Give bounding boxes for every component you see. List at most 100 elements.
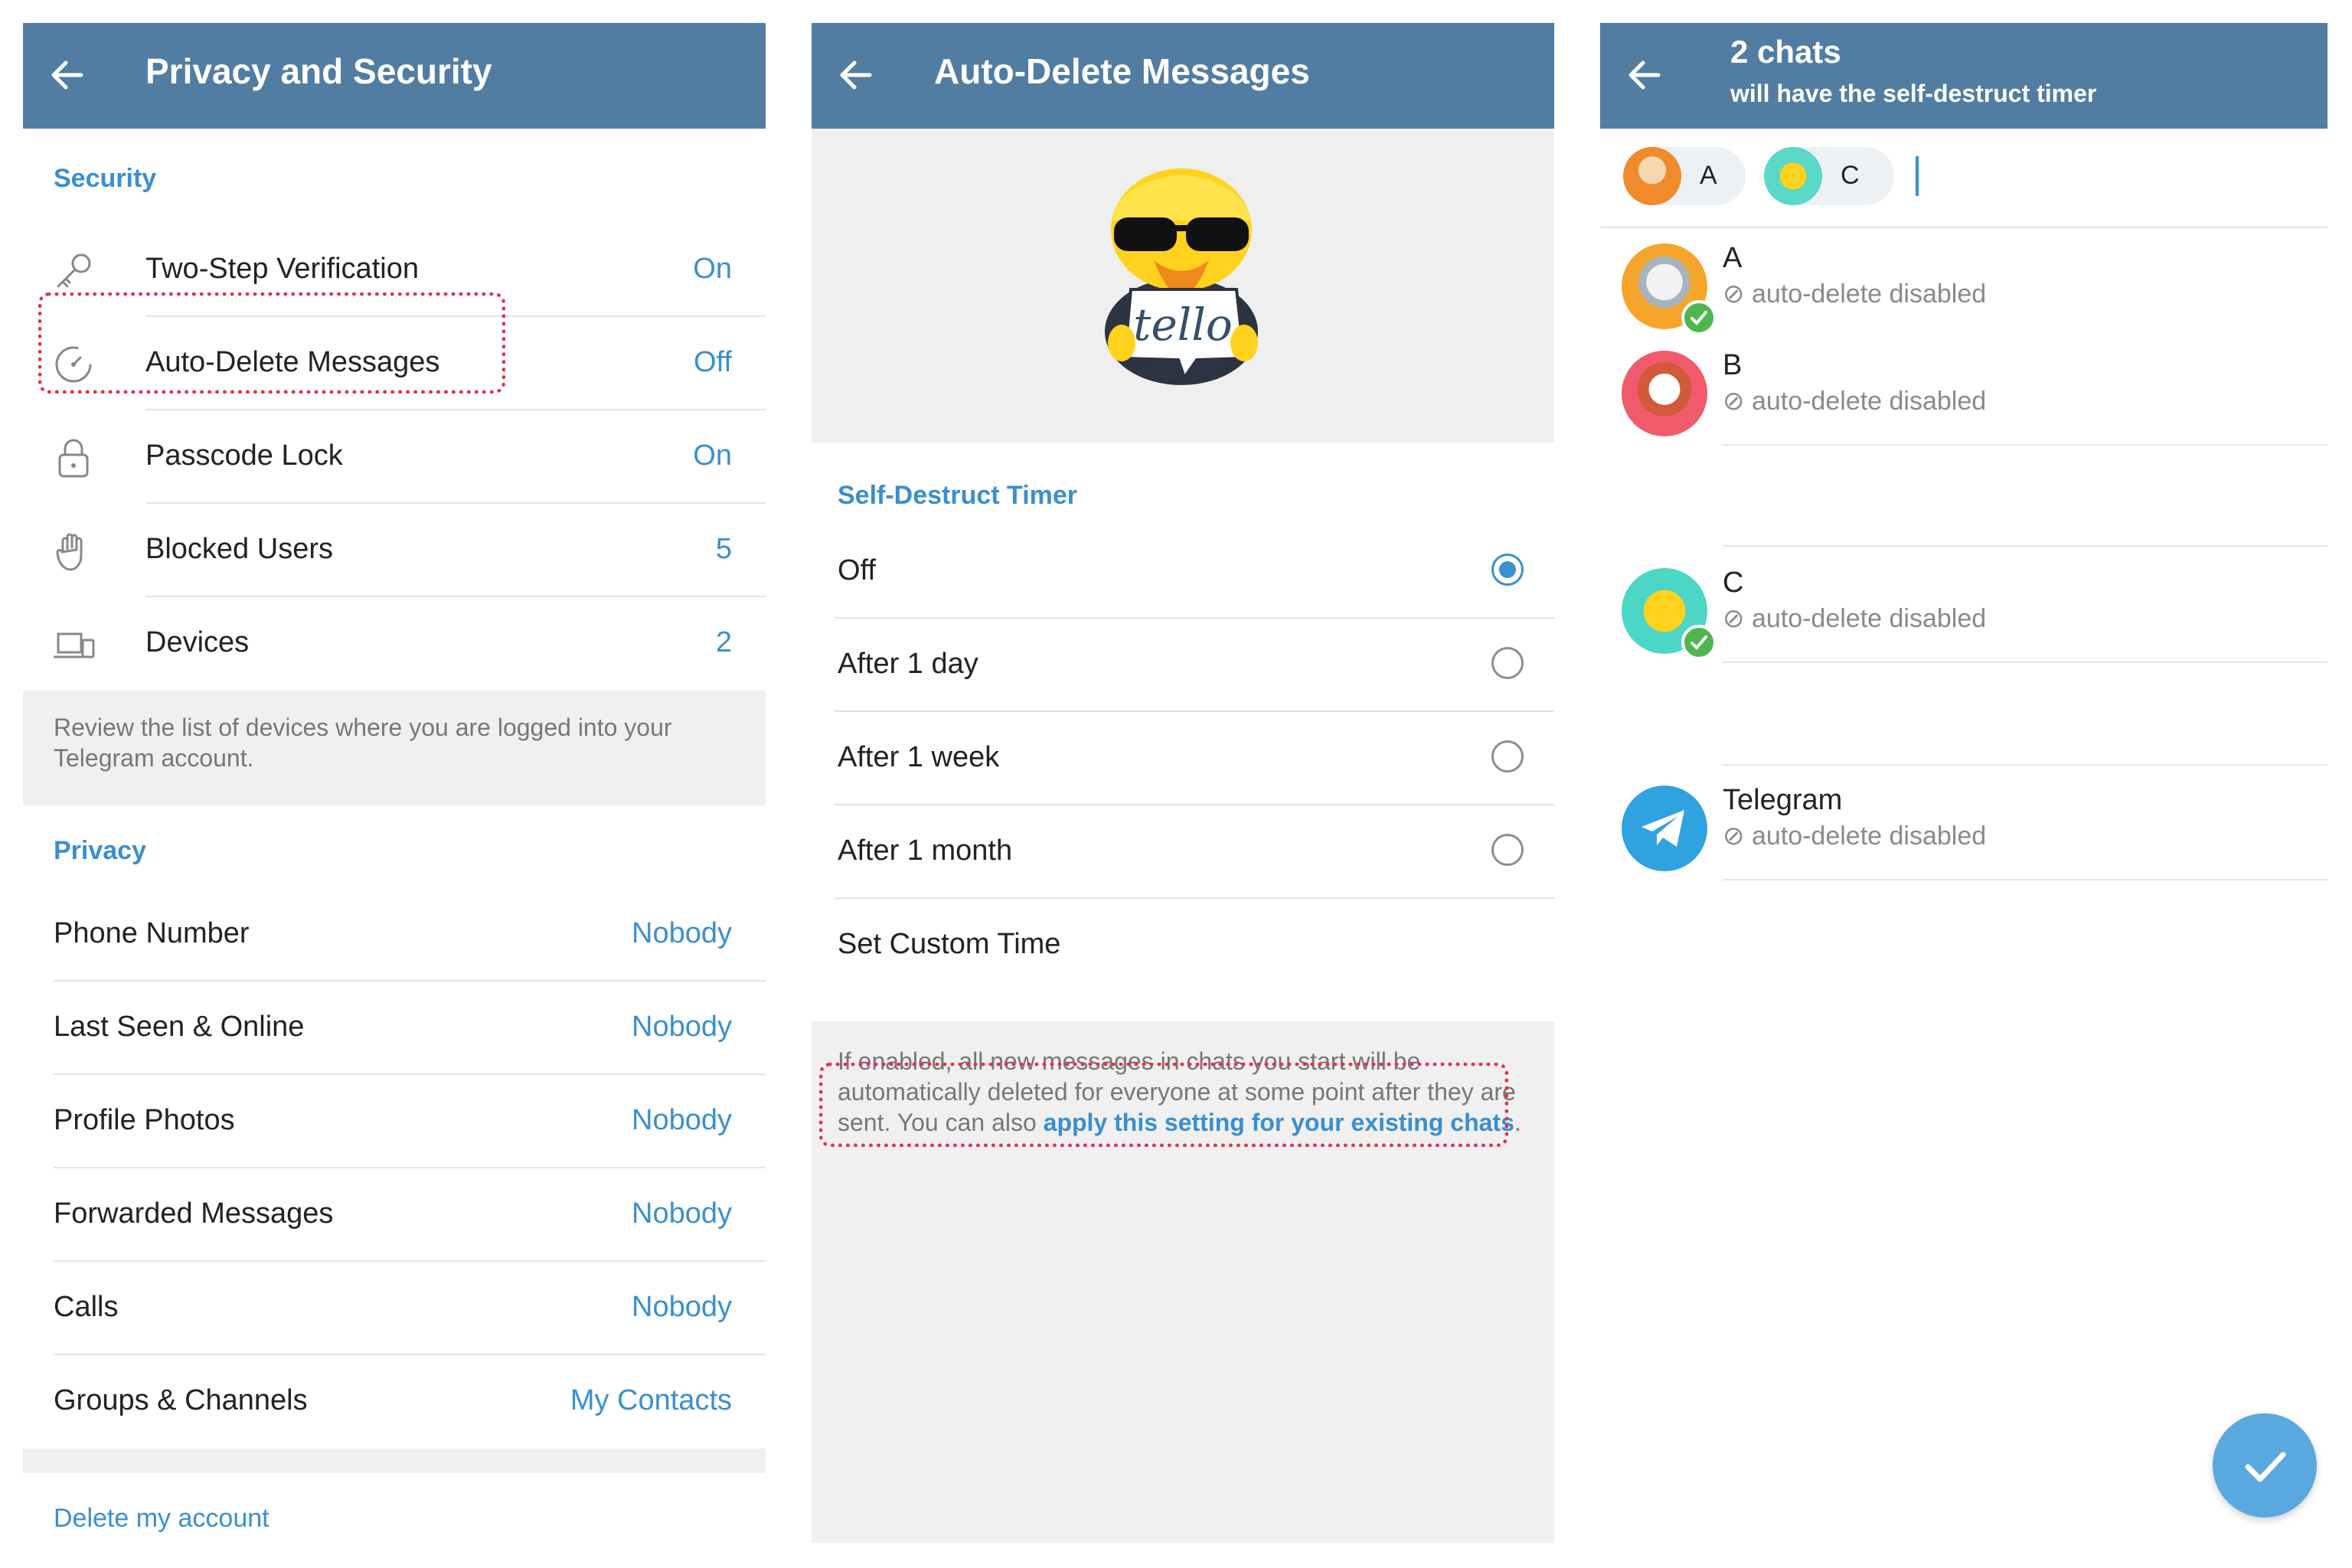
chat-name: A: [1723, 242, 1743, 274]
delete-account-link[interactable]: Delete my account: [54, 1504, 270, 1534]
chat-status: ⊘ auto-delete disabled: [1723, 387, 1987, 416]
search-cursor[interactable]: [1916, 156, 1919, 196]
row-value: On: [693, 253, 732, 285]
row-label: Profile Photos: [54, 1104, 235, 1136]
option-after-1-week[interactable]: After 1 week: [812, 712, 1554, 805]
app-bar: Auto-Delete Messages: [812, 23, 1554, 129]
chip-name: A: [1700, 161, 1717, 190]
info-end: .: [1514, 1109, 1521, 1136]
row-label: Phone Number: [54, 917, 250, 949]
radio-unselected[interactable]: [1491, 740, 1524, 773]
row-label: Blocked Users: [145, 533, 333, 565]
divider: [1600, 227, 2328, 228]
section-title-privacy: Privacy: [54, 836, 146, 865]
row-value: 2: [715, 626, 732, 658]
select-chats-screen: 2 chats will have the self-destruct time…: [1600, 23, 2328, 1554]
key-icon: [57, 253, 91, 288]
option-after-1-day[interactable]: After 1 day: [812, 619, 1554, 712]
chat-name: C: [1723, 567, 1744, 599]
privacy-security-screen: Privacy and Security Security Two-Step V…: [23, 23, 766, 1554]
row-value: Nobody: [632, 917, 732, 949]
auto-delete-screen: Auto-Delete Messages tello Self-Destruct…: [812, 23, 1554, 1543]
row-profile-photos[interactable]: Profile Photos Nobody: [23, 1075, 766, 1168]
section-title-timer: Self-Destruct Timer: [838, 481, 1078, 510]
row-last-seen[interactable]: Last Seen & Online Nobody: [23, 982, 766, 1075]
back-arrow-icon[interactable]: [1623, 54, 1666, 96]
row-calls[interactable]: Calls Nobody: [23, 1262, 766, 1355]
back-arrow-icon[interactable]: [46, 54, 89, 96]
telegram-logo-icon: [1622, 786, 1707, 871]
divider: [1723, 444, 2328, 446]
timer-off-icon: ⊘: [1723, 279, 1752, 309]
row-label: Passcode Lock: [145, 439, 343, 472]
row-value: 5: [715, 533, 732, 565]
screen-title: Privacy and Security: [145, 51, 492, 91]
option-off[interactable]: Off: [812, 525, 1554, 619]
chat-status: ⊘ auto-delete disabled: [1723, 822, 1987, 851]
check-icon: [1681, 625, 1717, 660]
option-label: After 1 week: [838, 741, 1000, 773]
row-label: Last Seen & Online: [54, 1011, 305, 1043]
option-set-custom-time[interactable]: Set Custom Time: [812, 899, 1554, 992]
chat-row-c[interactable]: C ⊘ auto-delete disabled: [1600, 556, 2328, 663]
selected-chip-c[interactable]: C: [1764, 147, 1894, 205]
selected-chip-a[interactable]: A: [1623, 147, 1746, 205]
row-phone-number[interactable]: Phone Number Nobody: [23, 888, 766, 982]
timer-off-icon: ⊘: [1723, 387, 1752, 416]
radio-unselected[interactable]: [1491, 647, 1524, 679]
devices-hint: Review the list of devices where you are…: [54, 714, 672, 772]
chat-row-a[interactable]: A ⊘ auto-delete disabled: [1600, 231, 2328, 338]
timer-section: Self-Destruct Timer Off After 1 day Afte…: [812, 443, 1554, 1021]
row-label: Groups & Channels: [54, 1384, 308, 1416]
timer-off-icon: ⊘: [1723, 822, 1752, 851]
highlight-apply-link: [819, 1063, 1508, 1147]
screen-title: Auto-Delete Messages: [934, 51, 1310, 91]
checkmark-icon: [2245, 1452, 2286, 1482]
check-icon: [1681, 300, 1717, 335]
option-label: After 1 day: [838, 648, 978, 680]
section-gap: [23, 1449, 766, 1473]
row-label: Forwarded Messages: [54, 1197, 334, 1230]
row-blocked-users[interactable]: Blocked Users 5: [23, 504, 766, 597]
row-passcode-lock[interactable]: Passcode Lock On: [23, 410, 766, 504]
divider: [1723, 764, 2328, 766]
chat-row-telegram[interactable]: Telegram ⊘ auto-delete disabled: [1600, 773, 2328, 880]
row-value: Nobody: [632, 1197, 732, 1230]
screen-subtitle: will have the self-destruct timer: [1730, 80, 2097, 107]
hand-icon: [56, 533, 83, 571]
chat-status: ⊘ auto-delete disabled: [1723, 279, 1987, 309]
row-label: Devices: [145, 626, 250, 658]
chat-name: Telegram: [1723, 784, 1843, 816]
divider: [1723, 879, 2328, 880]
highlight-auto-delete: [38, 292, 505, 394]
row-label: Two-Step Verification: [145, 253, 419, 285]
divider: [1723, 662, 2328, 663]
option-label: Off: [838, 554, 876, 586]
row-value: Nobody: [632, 1011, 732, 1043]
privacy-list: Phone Number Nobody Last Seen & Online N…: [23, 888, 766, 1449]
option-after-1-month[interactable]: After 1 month: [812, 805, 1554, 899]
lock-icon: [58, 439, 89, 478]
row-groups-channels[interactable]: Groups & Channels My Contacts: [23, 1355, 766, 1449]
row-label: Calls: [54, 1291, 119, 1323]
chat-row-b[interactable]: B ⊘ auto-delete disabled: [1600, 338, 2328, 446]
screen-title: 2 chats: [1730, 34, 1841, 70]
row-value: Off: [694, 346, 732, 378]
back-arrow-icon[interactable]: [835, 54, 877, 96]
sticker-area: tello: [812, 129, 1554, 443]
confirm-fab[interactable]: [2213, 1413, 2317, 1517]
row-value: Nobody: [632, 1104, 732, 1136]
row-forwarded-messages[interactable]: Forwarded Messages Nobody: [23, 1168, 766, 1262]
radio-unselected[interactable]: [1491, 834, 1524, 866]
avatar: [1622, 351, 1707, 436]
radio-selected[interactable]: [1491, 554, 1524, 586]
sticker-text: tello: [1133, 299, 1233, 351]
avatar: [1623, 147, 1681, 205]
divider: [1723, 545, 2328, 547]
row-devices[interactable]: Devices 2: [23, 597, 766, 691]
option-label: Set Custom Time: [838, 928, 1061, 960]
chat-status: ⊘ auto-delete disabled: [1723, 604, 1987, 633]
timer-off-icon: ⊘: [1723, 604, 1752, 633]
timer-options: Off After 1 day After 1 week After 1 mon…: [812, 525, 1554, 992]
row-value: On: [693, 439, 732, 472]
